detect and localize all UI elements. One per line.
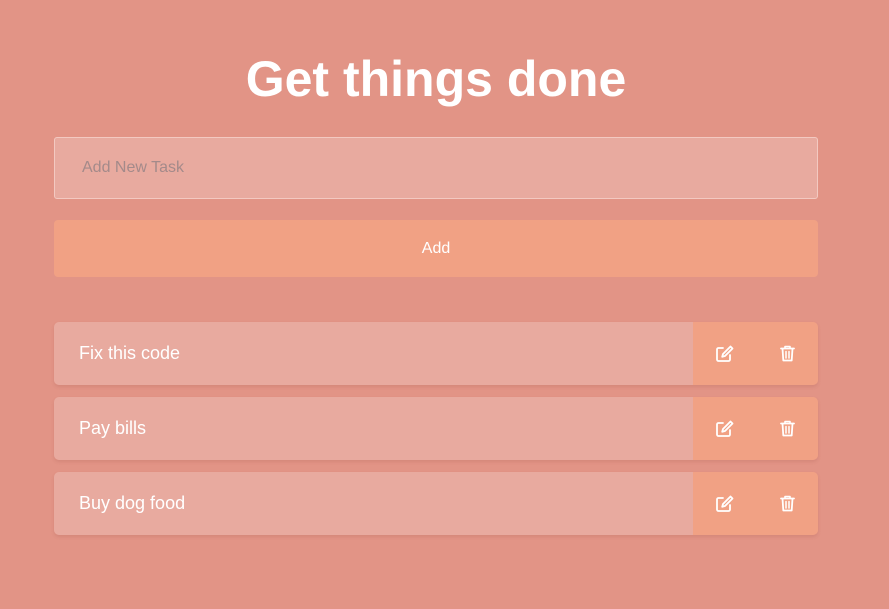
trash-icon[interactable] (773, 489, 801, 517)
task-item: Fix this code (54, 322, 818, 385)
task-actions (693, 397, 818, 460)
edit-icon[interactable] (710, 339, 738, 367)
task-text: Pay bills (79, 418, 147, 438)
task-content: Fix this code (54, 322, 693, 385)
task-text: Fix this code (79, 343, 181, 363)
task-actions (693, 322, 818, 385)
task-item: Buy dog food (54, 472, 818, 535)
task-content: Pay bills (54, 397, 693, 460)
edit-icon[interactable] (710, 414, 738, 442)
trash-icon[interactable] (773, 339, 801, 367)
task-text: Buy dog food (79, 493, 186, 513)
page-title: Get things done (245, 51, 627, 107)
task-content: Buy dog food (54, 472, 693, 535)
edit-icon[interactable] (710, 489, 738, 517)
add-task-button[interactable]: Add (54, 220, 818, 277)
task-item: Pay bills (54, 397, 818, 460)
trash-icon[interactable] (773, 414, 801, 442)
new-task-input[interactable] (54, 137, 818, 199)
task-actions (693, 472, 818, 535)
task-list: Fix this code Pay bills Buy dog food (54, 322, 818, 547)
